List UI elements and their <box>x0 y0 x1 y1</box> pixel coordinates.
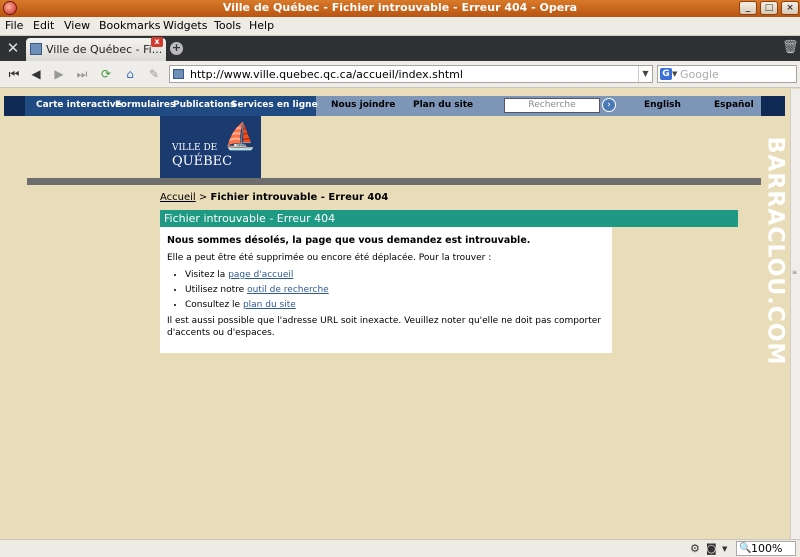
web-page-content: Carte interactive Formulaires Publicatio… <box>0 89 800 539</box>
forward-icon[interactable]: ▶ <box>49 65 69 83</box>
logo-line2: QUÉBEC <box>172 154 233 169</box>
menu-help[interactable]: Help <box>249 19 274 32</box>
watermark-text: BARRACLOU.COM <box>762 136 788 366</box>
search-go-icon[interactable]: › <box>602 98 616 112</box>
site-favicon-icon <box>30 43 42 55</box>
chevron-down-icon[interactable]: ▼ <box>722 545 727 553</box>
menu-view[interactable]: View <box>64 19 90 32</box>
vertical-scrollbar[interactable]: ≡ <box>790 89 800 539</box>
nav-espanol[interactable]: Español <box>714 100 754 110</box>
navigation-toolbar: ⏮ ◀ ▶ ⏭ ⟳ ⌂ ✎ http://www.ville.quebec.qc… <box>0 61 800 88</box>
list-item: Visitez la page d'accueil <box>185 269 605 281</box>
header-divider <box>27 178 761 185</box>
search-tool-link[interactable]: outil de recherche <box>247 285 329 295</box>
window-title: Ville de Québec - Fichier introuvable - … <box>222 1 578 14</box>
menu-widgets[interactable]: Widgets <box>163 19 207 32</box>
google-icon[interactable]: G <box>660 68 672 80</box>
error-lead: Nous sommes désolés, la page que vous de… <box>167 235 531 246</box>
site-navigation: Carte interactive Formulaires Publicatio… <box>4 96 785 116</box>
sitemap-link[interactable]: plan du site <box>243 300 296 310</box>
address-url[interactable]: http://www.ville.quebec.qc.ca/accueil/in… <box>190 68 463 81</box>
home-icon[interactable]: ⌂ <box>120 65 140 83</box>
list-item: Utilisez notre outil de recherche <box>185 284 605 296</box>
suggestion-text: Utilisez notre <box>185 285 248 295</box>
network-icon[interactable]: ⚙ <box>690 542 700 555</box>
zoom-value: 100% <box>751 542 783 555</box>
nav-publications[interactable]: Publications <box>173 100 235 110</box>
nav-right-cap <box>761 96 785 116</box>
site-search-input[interactable]: Recherche <box>504 98 600 113</box>
reload-icon[interactable]: ⟳ <box>96 65 116 83</box>
window-titlebar: Ville de Québec - Fichier introuvable - … <box>0 0 800 17</box>
nav-services-en-ligne[interactable]: Services en ligne <box>231 100 318 110</box>
search-placeholder: Google <box>680 68 719 81</box>
status-bar: ⚙ ◙ ▼ 🔍 100% <box>0 539 800 557</box>
nav-english[interactable]: English <box>644 100 681 110</box>
scroll-grip-icon[interactable]: ≡ <box>792 269 799 279</box>
menu-file[interactable]: File <box>5 19 23 32</box>
edit-icon[interactable]: ✎ <box>144 65 164 83</box>
error-message-box: Nous sommes désolés, la page que vous de… <box>160 227 612 353</box>
trash-icon[interactable]: 🗑 <box>782 40 799 56</box>
tab-bar: ✕ Ville de Québec - Fi... x + 🗑 <box>0 36 800 61</box>
menu-tools[interactable]: Tools <box>214 19 241 32</box>
maximize-button[interactable]: □ <box>760 1 778 15</box>
logo-line1: VILLE DE <box>172 143 218 153</box>
search-engine-dropdown-icon[interactable]: ▼ <box>672 70 677 78</box>
rewind-icon[interactable]: ⏮ <box>4 65 24 83</box>
suggestion-text: Visitez la <box>185 270 229 280</box>
breadcrumb-separator: > <box>198 192 208 203</box>
tab-ville-de-quebec[interactable]: Ville de Québec - Fi... x <box>26 37 166 61</box>
suggestion-list: Visitez la page d'accueil Utilisez notre… <box>185 269 605 311</box>
ship-icon: ⛵ <box>224 122 257 152</box>
breadcrumb-home-link[interactable]: Accueil <box>160 192 196 203</box>
tools-icon[interactable]: ✕ <box>0 36 26 61</box>
address-field[interactable]: http://www.ville.quebec.qc.ca/accueil/in… <box>169 65 653 83</box>
tab-label: Ville de Québec - Fi... <box>46 43 163 56</box>
breadcrumb: Accueil > Fichier introuvable - Erreur 4… <box>160 192 388 203</box>
error-footer-note: Il est aussi possible que l'adresse URL … <box>167 316 601 338</box>
fast-forward-icon[interactable]: ⏭ <box>72 65 92 83</box>
error-heading: Fichier introuvable - Erreur 404 <box>160 210 738 227</box>
menu-edit[interactable]: Edit <box>33 19 54 32</box>
homepage-link[interactable]: page d'accueil <box>228 270 293 280</box>
site-search-placeholder: Recherche <box>528 100 576 110</box>
list-item: Consultez le plan du site <box>185 299 605 311</box>
watermark: BARRACLOU.COM <box>762 121 788 381</box>
new-tab-button[interactable]: + <box>170 42 183 55</box>
minimize-button[interactable]: _ <box>739 1 757 15</box>
page-favicon-icon <box>173 69 184 79</box>
nav-formulaires[interactable]: Formulaires <box>115 100 175 110</box>
nav-plan-du-site[interactable]: Plan du site <box>413 100 473 110</box>
web-search-field[interactable]: G ▼ Google <box>657 65 797 83</box>
camera-icon[interactable]: ◙ <box>706 542 717 555</box>
nav-nous-joindre[interactable]: Nous joindre <box>331 100 395 110</box>
close-window-button[interactable]: × <box>781 1 799 15</box>
back-icon[interactable]: ◀ <box>26 65 46 83</box>
suggestion-text: Consultez le <box>185 300 243 310</box>
menu-bar: File Edit View Bookmarks Widgets Tools H… <box>0 17 800 36</box>
chevron-down-icon[interactable]: ▼ <box>638 66 652 82</box>
ville-de-quebec-logo[interactable]: ⛵ VILLE DE QUÉBEC <box>160 116 261 178</box>
magnifier-icon: 🔍 <box>739 543 752 554</box>
nav-carte-interactive[interactable]: Carte interactive <box>36 100 122 110</box>
menu-bookmarks[interactable]: Bookmarks <box>99 19 160 32</box>
error-intro: Elle a peut être été supprimée ou encore… <box>167 253 492 263</box>
close-tab-button[interactable]: x <box>151 37 163 47</box>
breadcrumb-current: Fichier introuvable - Erreur 404 <box>210 192 389 203</box>
nav-left-cap <box>4 96 25 116</box>
zoom-control[interactable]: 🔍 100% <box>736 541 796 556</box>
